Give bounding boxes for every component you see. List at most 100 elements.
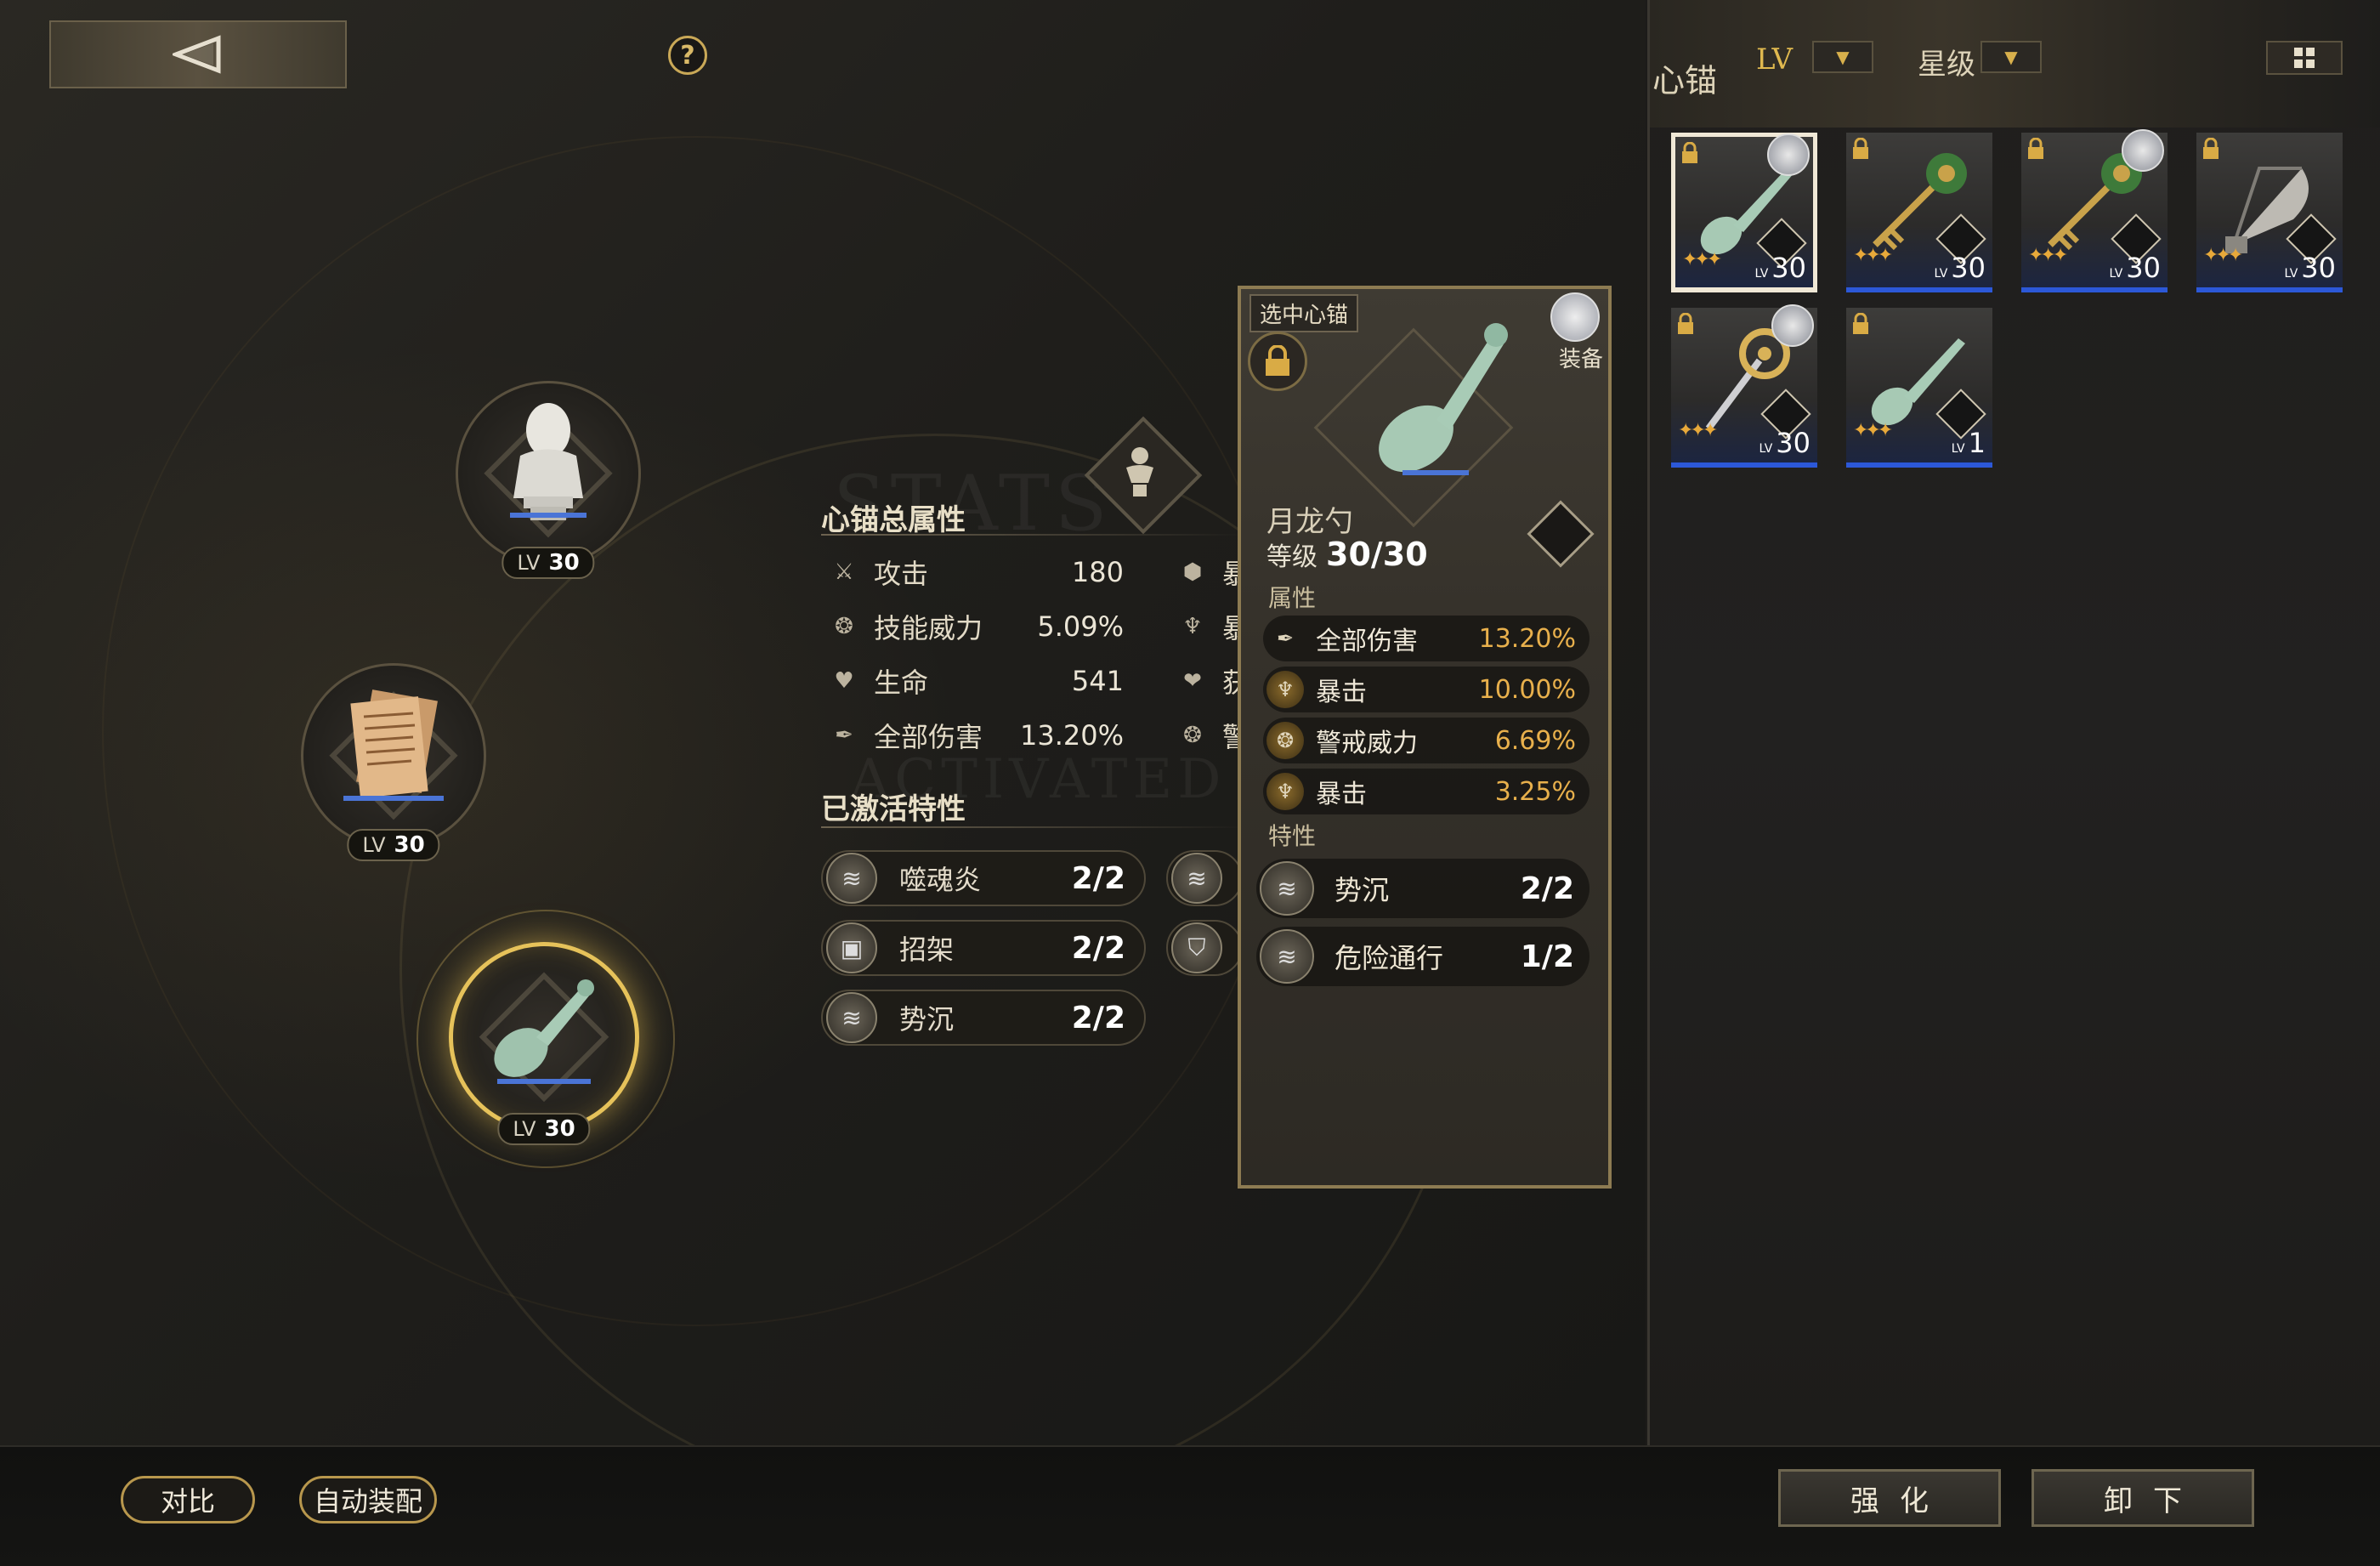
detail-trait-danger-pass[interactable]: ≋ 危险通行 1/2 [1256,927,1590,986]
anchor-card[interactable]: ✦✦✦ LV 30 [1846,133,1992,292]
lock-toggle[interactable] [1248,332,1307,391]
anchor-slot-2[interactable]: LV 30 [301,663,486,861]
lv-label: LV [2109,267,2123,281]
attr-value: 3.25% [1494,776,1576,807]
stats-figure-icon [1126,447,1153,496]
lock-icon [2028,137,2043,159]
attr-label: 暴击 [1316,780,1367,809]
sort-star-dropdown[interactable]: ▼ [1980,41,2042,73]
trait-name: 势沉 [1334,874,1390,906]
crit-icon: ⬢ [1182,559,1203,585]
stat-row-hp: ♥ 生命 541 [830,661,1124,701]
level-value: 30 [544,1116,575,1142]
unequip-button[interactable]: 卸下 [2032,1469,2254,1527]
equipped-avatar [1767,133,1810,176]
help-icon[interactable]: ? [668,36,707,75]
all-damage-icon: ✒ [1276,627,1295,650]
alert-power-icon: ❂ [1183,723,1202,748]
claw-icon: ≋ [1260,929,1314,984]
trait-count: 2/2 [1071,1000,1125,1035]
lv-label: LV [517,551,541,575]
equipped-avatar [1550,292,1600,342]
star-rating-icon: ✦✦✦ [1853,245,1893,266]
detail-trait-momentum[interactable]: ≋ 势沉 2/2 [1256,859,1590,918]
shield-icon: ▣ [826,922,877,973]
lv-label: LV [1754,267,1769,281]
stat-label: 攻击 [874,558,929,590]
attr-value: 6.69% [1494,725,1576,756]
anchor-card[interactable]: ✦✦✦ LV 30 [1671,133,1817,292]
heal-icon: ❤ [1183,668,1202,694]
lv-label: LV [513,1117,536,1141]
stats-divider [821,534,1246,536]
card-level: LV 30 [1759,427,1810,459]
card-level: LV 30 [1934,252,1986,284]
trait-partial-2[interactable]: ⛉ [1166,920,1243,976]
trait-momentum[interactable]: ≋ 势沉 2/2 [821,990,1146,1046]
anchor-slot-1[interactable]: LV 30 [456,381,641,579]
equipped-avatar [1771,304,1814,347]
anchor-card[interactable]: ✦✦✦ LV 30 [2196,133,2343,292]
attr-row-all-damage: ✒ 全部伤害 13.20% [1263,616,1590,661]
stat-label: 全部伤害 [874,721,983,753]
moon-dragon-spoon-icon [1379,323,1508,475]
grid-view-icon[interactable] [2266,41,2343,75]
attr-label: 暴击 [1316,678,1367,707]
claw-icon: ≋ [826,853,877,904]
level-value: 30 [548,550,580,576]
stat-value: 541 [1071,665,1124,697]
card-level: LV 30 [1754,252,1806,284]
anchor-slot-3[interactable]: LV 30 [449,942,639,1145]
claw-icon: ≋ [1260,861,1314,916]
sort-lv-label: LV [1756,43,1794,77]
crit-damage-icon: ♆ [1182,614,1203,639]
anchor-card[interactable]: ✦✦✦ LV 1 [1846,308,1992,468]
attr-label: 警戒威力 [1316,729,1418,758]
level-value: 30 [2126,252,2161,284]
stat-value: 180 [1071,556,1124,588]
anchor-name: 月龙勺 [1266,505,1353,539]
sort-lv-dropdown[interactable]: ▼ [1812,41,1873,73]
anchor-card[interactable]: ✦✦✦ LV 30 [1671,304,1817,468]
enhance-button[interactable]: 强化 [1778,1469,2001,1527]
back-button[interactable] [49,20,347,88]
trait-partial-1[interactable]: ≋ [1166,850,1243,906]
stat-row-attack: ⚔ 攻击 180 [830,553,1124,592]
attr-title: 属性 [1268,584,1317,612]
stat-label: 生命 [874,667,929,699]
lv-label: LV [1934,267,1948,281]
slot-level-badge: LV 30 [347,829,440,861]
claw-icon: ≋ [1171,853,1222,904]
attr-row-alert-power: ❂ 警戒威力 6.69% [1263,718,1590,763]
traits-divider [821,826,1246,828]
chevron-down-icon: ▼ [1836,47,1850,67]
lv-label: LV [2284,267,2298,281]
attr-value: 10.00% [1478,674,1576,705]
star-rating-icon: ✦✦✦ [2028,245,2068,266]
lock-icon [1853,137,1868,159]
trait-count: 2/2 [1520,871,1574,906]
lock-icon-wrap [1676,312,1695,338]
stats-title: 心锚总属性 [821,503,966,537]
trait-soul-flame[interactable]: ≋ 噬魂炎 2/2 [821,850,1146,906]
card-level: LV 30 [2109,252,2161,284]
auto-equip-button[interactable]: 自动装配 [299,1476,437,1523]
star-rating-icon: ✦✦✦ [1853,420,1893,441]
crit-up-icon: ♆ [1266,773,1304,810]
lv-label: LV [1759,442,1773,456]
lock-icon [1853,312,1868,334]
trait-name: 势沉 [899,1003,955,1035]
item-type-icon [1527,500,1595,568]
stat-row-skill-power: ❂ 技能威力 5.09% [830,607,1124,646]
lock-icon [1678,312,1693,334]
trait-parry[interactable]: ▣ 招架 2/2 [821,920,1146,976]
lv-label: LV [1951,442,1965,456]
compare-button[interactable]: 对比 [121,1476,255,1523]
shield-icon: ⛉ [1171,922,1222,973]
bust-item-icon [510,403,586,521]
anchor-card[interactable]: ✦✦✦ LV 30 [2021,129,2168,292]
stat-label: 技能威力 [874,612,983,644]
star-rating-icon: ✦✦✦ [2203,245,2243,266]
level-value: 1 [1968,427,1986,459]
level-value: 30 [2301,252,2336,284]
